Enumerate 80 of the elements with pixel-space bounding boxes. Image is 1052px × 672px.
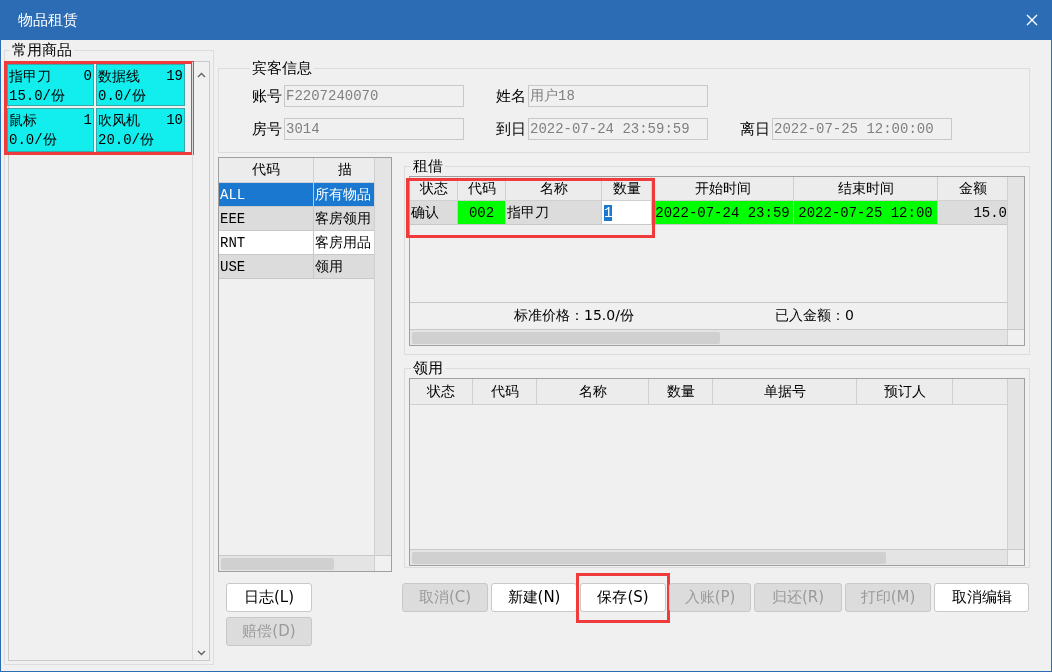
column-header: 代码 bbox=[458, 177, 506, 201]
table-row[interactable]: ALL 所有物品 bbox=[219, 183, 374, 207]
table-row[interactable]: RNT 客房用品 bbox=[219, 231, 374, 255]
table-cell: 15.0 bbox=[938, 201, 1007, 225]
quantity-field[interactable]: 1 bbox=[602, 201, 652, 225]
column-header: 代码 bbox=[219, 158, 314, 183]
table-row[interactable]: USE 领用 bbox=[219, 255, 374, 279]
input-field[interactable]: F2207240070 bbox=[284, 85, 464, 107]
window-title: 物品租赁 bbox=[18, 10, 78, 30]
table-row[interactable]: EEE 客房领用 bbox=[219, 207, 374, 231]
column-header: 预订人 bbox=[857, 379, 953, 405]
close-icon[interactable] bbox=[1026, 14, 1038, 26]
column-header: 名称 bbox=[506, 177, 602, 201]
column-header: 代码 bbox=[473, 379, 537, 405]
field-label: 房号 bbox=[251, 119, 282, 139]
table-cell: 002 bbox=[458, 201, 506, 225]
field-label: 账号 bbox=[251, 86, 282, 106]
action-button[interactable]: 日志(L) bbox=[226, 583, 312, 612]
input-field[interactable]: 用户18 bbox=[528, 85, 708, 107]
product-tile[interactable]: 鼠标 1 0.0/份 bbox=[7, 108, 94, 152]
product-tile[interactable]: 数据线 19 0.0/份 bbox=[96, 64, 185, 106]
field-label: 姓名 bbox=[495, 86, 526, 106]
action-button[interactable]: 保存(S) bbox=[580, 583, 666, 612]
horizontal-scrollbar[interactable] bbox=[410, 549, 1007, 565]
stock-count: 19 bbox=[166, 67, 183, 86]
column-header: 描 bbox=[314, 158, 374, 183]
horizontal-scrollbar[interactable] bbox=[219, 555, 374, 571]
table-cell: 所有物品 bbox=[314, 183, 374, 207]
input-field[interactable]: 3014 bbox=[284, 118, 464, 140]
chevron-up-icon[interactable] bbox=[196, 72, 206, 78]
table-cell: 指甲刀 bbox=[506, 201, 602, 225]
column-header: 开始时间 bbox=[652, 177, 794, 201]
standard-price-text: 标准价格：15.0/份 bbox=[514, 307, 634, 325]
table-cell: EEE bbox=[219, 207, 314, 231]
vertical-scrollbar[interactable] bbox=[1007, 177, 1024, 329]
paid-amount-text: 已入金额：0 bbox=[774, 307, 854, 325]
product-price: 0.0/份 bbox=[98, 87, 147, 106]
group-title: 领用 bbox=[412, 360, 444, 376]
product-name: 数据线 bbox=[98, 67, 140, 86]
table-cell: 领用 bbox=[314, 255, 374, 279]
product-price: 15.0/份 bbox=[9, 87, 66, 106]
table-cell: 2022-07-25 12:00 bbox=[794, 201, 938, 225]
table-cell: RNT bbox=[219, 231, 314, 255]
column-header: 数量 bbox=[602, 177, 652, 201]
vertical-scrollbar[interactable] bbox=[374, 158, 391, 555]
group-title: 宾客信息 bbox=[251, 60, 313, 76]
product-name: 吹风机 bbox=[98, 111, 140, 130]
column-header: 名称 bbox=[537, 379, 649, 405]
table-cell: 客房用品 bbox=[314, 231, 374, 255]
product-tile[interactable]: 指甲刀 0 15.0/份 bbox=[7, 64, 94, 106]
table-cell: 确认 bbox=[410, 201, 458, 225]
stock-count: 0 bbox=[83, 67, 92, 86]
input-field[interactable]: 2022-07-24 23:59:59 bbox=[528, 118, 708, 140]
product-price: 20.0/份 bbox=[98, 131, 155, 150]
column-header: 金额 bbox=[938, 177, 1007, 201]
action-button[interactable]: 新建(N) bbox=[491, 583, 577, 612]
table-cell: 2022-07-24 23:59 bbox=[652, 201, 794, 225]
table-cell: ALL bbox=[219, 183, 314, 207]
product-name: 鼠标 bbox=[9, 111, 37, 130]
table-cell: 客房领用 bbox=[314, 207, 374, 231]
column-header: 单据号 bbox=[713, 379, 857, 405]
field-label: 离日 bbox=[739, 119, 770, 139]
table-cell: USE bbox=[219, 255, 314, 279]
stock-count: 10 bbox=[166, 111, 183, 130]
field-label: 到日 bbox=[495, 119, 526, 139]
product-price: 0.0/份 bbox=[9, 131, 58, 150]
column-header: 数量 bbox=[649, 379, 713, 405]
chevron-down-icon[interactable] bbox=[196, 650, 206, 656]
column-header: 结束时间 bbox=[794, 177, 938, 201]
input-field[interactable]: 2022-07-25 12:00:00 bbox=[772, 118, 952, 140]
group-title: 常用商品 bbox=[11, 42, 73, 58]
product-tile[interactable]: 吹风机 10 20.0/份 bbox=[96, 108, 185, 152]
stock-count: 1 bbox=[83, 111, 92, 130]
group-title: 租借 bbox=[412, 158, 444, 174]
action-button[interactable]: 取消编辑 bbox=[934, 583, 1029, 612]
horizontal-scrollbar[interactable] bbox=[410, 329, 1007, 345]
product-name: 指甲刀 bbox=[9, 67, 51, 86]
column-header: 状态 bbox=[410, 177, 458, 201]
vertical-scrollbar[interactable] bbox=[1007, 379, 1024, 549]
column-header: 状态 bbox=[410, 379, 473, 405]
